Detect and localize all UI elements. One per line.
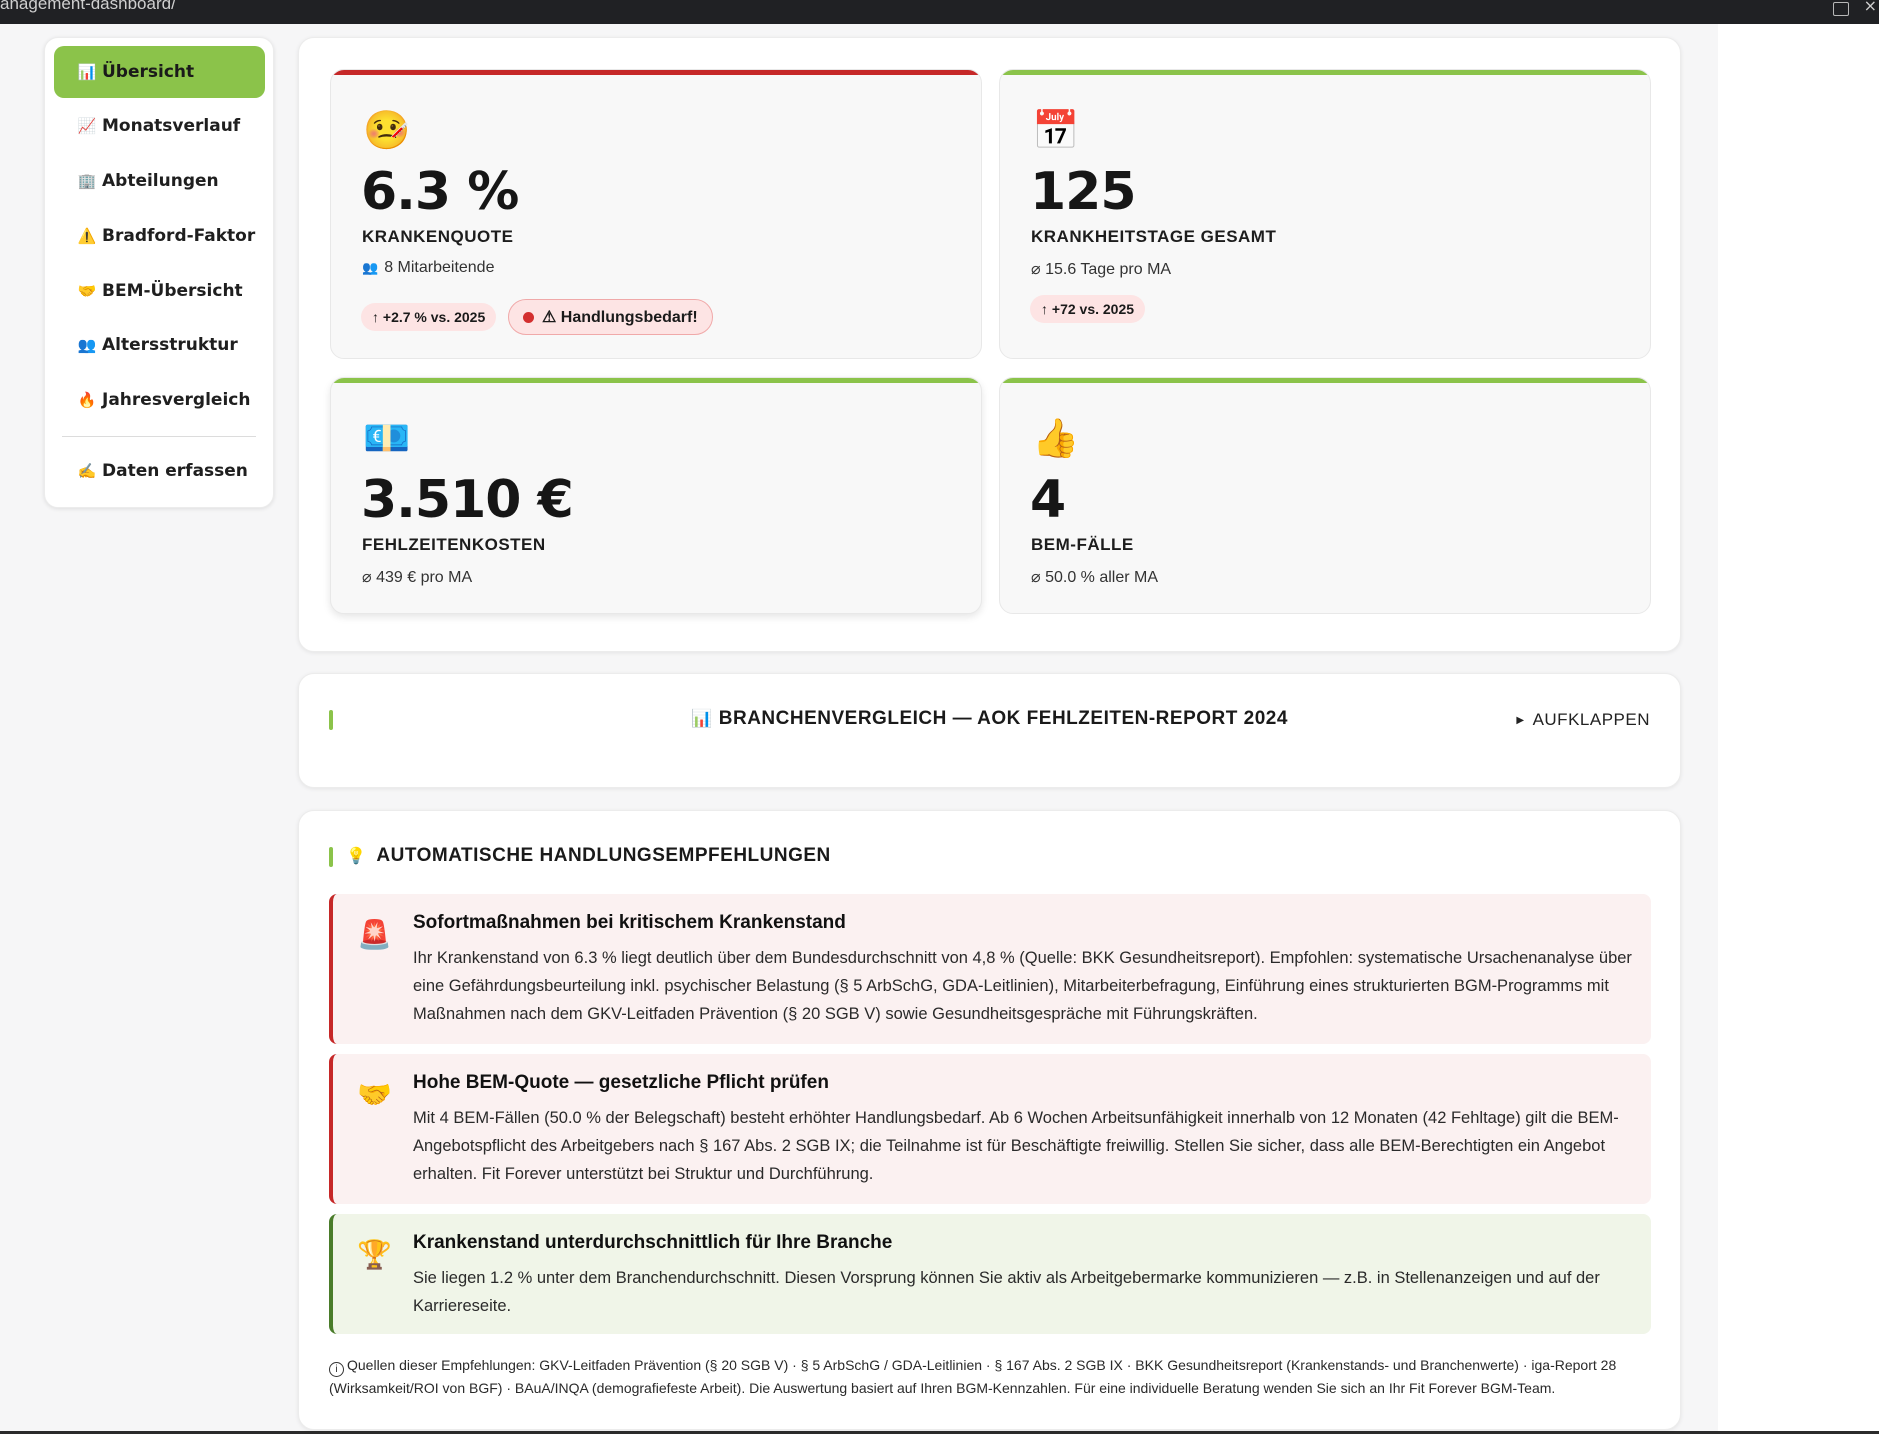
- address-bar-url[interactable]: anagement-dashboard/: [0, 0, 176, 14]
- sidebar-item-label: Daten erfassen: [102, 461, 248, 481]
- section-accent-bar: [329, 847, 333, 867]
- info-icon: i: [329, 1362, 344, 1377]
- recommendation-card: 🚨 Sofortmaßnahmen bei kritischem Kranken…: [329, 894, 1651, 1044]
- sidebar-divider: [62, 436, 256, 437]
- kpi-value: 4: [1030, 470, 1066, 530]
- sources-text: Quellen dieser Empfehlungen: GKV-Leitfad…: [329, 1357, 1617, 1396]
- kpi-label: FEHLZEITENKOSTEN: [362, 535, 546, 554]
- bar-chart-icon: 📊: [77, 63, 97, 81]
- kpi-card-krankenquote: 🤒 6.3 % KRANKENQUOTE 👥 8 Mitarbeitende ↑ …: [330, 69, 982, 359]
- branchenvergleich-title-text: BRANCHENVERGLEICH — AOK FEHLZEITEN-REPOR…: [718, 708, 1288, 729]
- handshake-icon: 🤝: [77, 282, 97, 300]
- fire-icon: 🔥: [77, 391, 97, 409]
- recommendation-text: Sie liegen 1.2 % unter dem Branchendurch…: [413, 1269, 1600, 1315]
- recommendation-text: Ihr Krankenstand von 6.3 % liegt deutlic…: [413, 949, 1632, 1023]
- expand-toggle-label: AUFKLAPPEN: [1532, 710, 1650, 729]
- kpi-subtext: ⌀ 439 € pro MA: [362, 569, 473, 586]
- sidebar-item-label: BEM-Übersicht: [102, 281, 243, 301]
- handshake-icon: 🤝: [357, 1078, 392, 1111]
- close-window-icon[interactable]: ×: [1864, 0, 1877, 15]
- sidebar-item-label: Abteilungen: [102, 171, 219, 191]
- sidebar-item-jahresvergleich[interactable]: 🔥 Jahresvergleich: [54, 374, 265, 426]
- alert-badge-label: ⚠ Handlungsbedarf!: [542, 309, 698, 326]
- recommendation-title: Krankenstand unterdurchschnittlich für I…: [413, 1232, 893, 1253]
- kpi-card-krankheitstage: 📅 125 KRANKHEITSTAGE GESAMT ⌀ 15.6 Tage …: [999, 69, 1651, 359]
- sidebar-item-label: Bradford-Faktor: [102, 226, 256, 246]
- sidebar-item-label: Monatsverlauf: [102, 116, 241, 136]
- kpi-subtext: 👥 8 Mitarbeitende: [362, 259, 494, 277]
- thumbs-up-icon: 👍: [1032, 416, 1080, 460]
- kpi-subtext-value: 8 Mitarbeitende: [384, 259, 495, 276]
- trend-badge: ↑ +2.7 % vs. 2025: [361, 303, 497, 331]
- restore-window-icon[interactable]: [1833, 2, 1849, 16]
- branchenvergleich-title: 📊 BRANCHENVERGLEICH — AOK FEHLZEITEN-REPO…: [299, 708, 1680, 730]
- browser-top-bar: anagement-dashboard/ ×: [0, 0, 1879, 24]
- recommendation-title: Sofortmaßnahmen bei kritischem Krankenst…: [413, 912, 846, 933]
- sidebar-item-bem-uebersicht[interactable]: 🤝 BEM-Übersicht: [54, 265, 265, 317]
- trend-badge: ↑ +72 vs. 2025: [1030, 295, 1146, 323]
- recommendation-card: 🤝 Hohe BEM-Quote — gesetzliche Pflicht p…: [329, 1054, 1651, 1204]
- kpi-card-status-stripe: [1000, 378, 1650, 383]
- kpi-card-bem-faelle: 👍 4 BEM-FÄLLE ⌀ 50.0 % aller MA: [999, 377, 1651, 614]
- calendar-icon: 📅: [1032, 108, 1080, 152]
- trophy-icon: 🏆: [357, 1238, 392, 1271]
- kpi-card-status-stripe: [331, 70, 981, 75]
- sidebar-item-label: Übersicht: [102, 62, 195, 82]
- alert-dot-icon: [523, 311, 534, 323]
- page-right-margin: [1718, 24, 1879, 1434]
- branchenvergleich-panel[interactable]: 📊 BRANCHENVERGLEICH — AOK FEHLZEITEN-REPO…: [298, 673, 1681, 788]
- kpi-value: 3.510 €: [361, 470, 574, 530]
- euro-banknote-icon: 💶: [363, 416, 411, 460]
- sidebar-item-label: Altersstruktur: [102, 335, 238, 355]
- kpi-label: BEM-FÄLLE: [1031, 535, 1134, 554]
- sidebar-item-uebersicht[interactable]: 📊 Übersicht: [54, 46, 265, 98]
- bar-chart-icon: 📊: [691, 709, 713, 728]
- light-bulb-icon: 💡: [346, 848, 367, 865]
- kpi-label: KRANKHEITSTAGE GESAMT: [1031, 227, 1277, 246]
- sidebar-item-label: Jahresvergleich: [102, 390, 251, 410]
- sidebar-item-abteilungen[interactable]: 🏢 Abteilungen: [54, 155, 265, 207]
- kpi-panel: 🤒 6.3 % KRANKENQUOTE 👥 8 Mitarbeitende ↑ …: [298, 37, 1681, 652]
- sidebar-item-altersstruktur[interactable]: 👥 Altersstruktur: [54, 319, 265, 371]
- siren-icon: 🚨: [357, 918, 392, 951]
- recommendations-panel: 💡 AUTOMATISCHE HANDLUNGSEMPFEHLUNGEN 🚨 So…: [298, 810, 1681, 1430]
- people-icon: 👥: [362, 260, 379, 275]
- sidebar-nav: 📊 Übersicht 📈 Monatsverlauf 🏢 Abteilunge…: [44, 37, 274, 508]
- kpi-card-fehlzeitenkosten: 💶 3.510 € FEHLZEITENKOSTEN ⌀ 439 € pro M…: [330, 377, 982, 614]
- sick-face-icon: 🤒: [363, 108, 411, 152]
- sidebar-item-bradford-faktor[interactable]: ⚠️ Bradford-Faktor: [54, 210, 265, 262]
- building-icon: 🏢: [77, 172, 97, 190]
- warning-icon: ⚠️: [77, 227, 97, 245]
- trend-chart-icon: 📈: [77, 117, 97, 135]
- kpi-subtext: ⌀ 15.6 Tage pro MA: [1031, 261, 1172, 278]
- kpi-label: KRANKENQUOTE: [362, 227, 514, 246]
- people-icon: 👥: [77, 336, 97, 354]
- kpi-card-status-stripe: [331, 378, 981, 383]
- sidebar-item-daten-erfassen[interactable]: ✍️ Daten erfassen: [54, 445, 265, 497]
- triangle-right-icon: ▶: [1516, 715, 1525, 726]
- kpi-card-status-stripe: [1000, 70, 1650, 75]
- recommendation-title: Hohe BEM-Quote — gesetzliche Pflicht prü…: [413, 1072, 829, 1093]
- sidebar-item-monatsverlauf[interactable]: 📈 Monatsverlauf: [54, 100, 265, 152]
- kpi-subtext: ⌀ 50.0 % aller MA: [1031, 569, 1159, 586]
- recommendation-text: Mit 4 BEM-Fällen (50.0 % der Belegschaft…: [413, 1109, 1619, 1183]
- recommendations-heading: 💡 AUTOMATISCHE HANDLUNGSEMPFEHLUNGEN: [346, 845, 831, 867]
- writing-hand-icon: ✍️: [77, 462, 97, 480]
- recommendation-card: 🏆 Krankenstand unterdurchschnittlich für…: [329, 1214, 1651, 1334]
- expand-toggle[interactable]: ▶ AUFKLAPPEN: [1516, 710, 1650, 730]
- sources-note: i Quellen dieser Empfehlungen: GKV-Leitfa…: [329, 1354, 1659, 1399]
- kpi-value: 125: [1030, 162, 1137, 222]
- recommendations-heading-text: AUTOMATISCHE HANDLUNGSEMPFEHLUNGEN: [376, 845, 831, 866]
- alert-badge: ⚠ Handlungsbedarf!: [508, 299, 713, 335]
- kpi-value: 6.3 %: [361, 162, 519, 222]
